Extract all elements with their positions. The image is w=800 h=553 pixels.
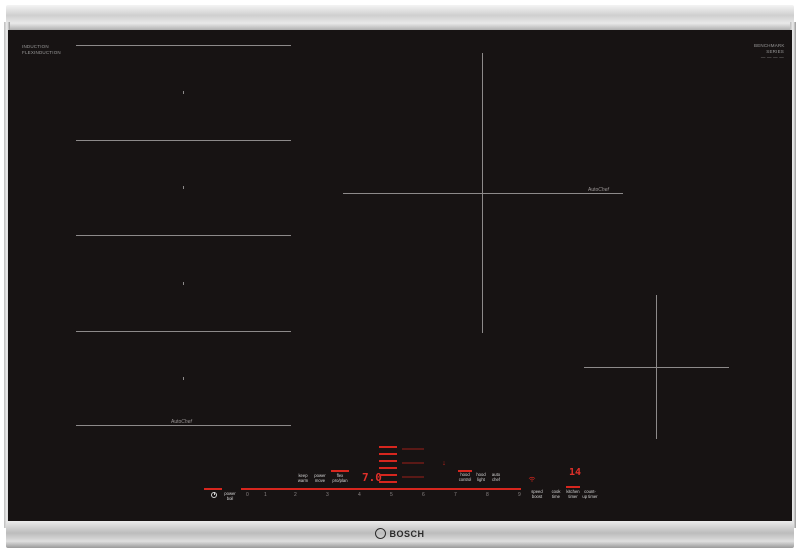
timer-display: 14 [569,467,582,478]
small-zone-horizontal [584,367,729,368]
dim-display [402,448,424,450]
flex-pro-button[interactable]: flex pro/plan [330,473,350,483]
brand-logo: BOSCH [0,528,800,540]
power-boil-label[interactable]: power boil [224,491,236,501]
level-bar [379,481,397,483]
cooktop: INDUCTION FLEXINDUCTION BENCHMARK SERIES… [0,0,800,553]
flex-zone-line [76,331,291,332]
level-bar [379,467,397,469]
flex-zone-line [76,45,291,46]
dim-display [402,476,424,478]
power-icon[interactable] [211,492,217,498]
induction-label: INDUCTION FLEXINDUCTION [22,44,61,55]
hood-control-button[interactable]: hood control [457,472,473,482]
wifi-icon [528,476,536,482]
slider-track[interactable] [241,488,521,490]
count-up-timer-button[interactable]: count-up timer [582,489,598,499]
zone-marker [183,91,184,94]
scale-2[interactable]: 2 [294,492,297,498]
scale-5[interactable]: 5 [390,492,393,498]
hood-light-button[interactable]: hood light [475,472,487,482]
keep-warm-button[interactable]: keep warm [296,473,310,483]
zone-marker [183,282,184,285]
glass-surface: INDUCTION FLEXINDUCTION BENCHMARK SERIES… [8,30,792,522]
scale-7[interactable]: 7 [454,492,457,498]
scale-1[interactable]: 1 [264,492,267,498]
arrow-down-icon: ↓ [442,460,446,467]
kitchen-timer-button[interactable]: kitchen timer [566,489,580,499]
level-bar [379,460,397,462]
zone-marker [183,186,184,189]
large-zone-horizontal [343,193,623,194]
autochef-left-label: AutoChef [171,419,192,425]
flex-indicator [331,470,349,472]
speed-boost-button[interactable]: speed boost [530,489,544,499]
series-label: BENCHMARK SERIES — — — — [754,43,785,60]
scale-9[interactable]: 9 [518,492,521,498]
auto-chef-button[interactable]: auto chef [490,472,502,482]
power-move-button[interactable]: power move [313,473,327,483]
zone-marker [183,377,184,380]
scale-8[interactable]: 8 [486,492,489,498]
level-bar [379,453,397,455]
scale-0[interactable]: 0 [246,492,249,498]
autochef-right-label: AutoChef [588,187,609,193]
flex-zone-line [76,425,291,426]
panel-red-indicator [204,488,222,490]
cook-time-button[interactable]: cook time [549,489,563,499]
scale-3[interactable]: 3 [326,492,329,498]
scale-4[interactable]: 4 [358,492,361,498]
flex-zone-line [76,140,291,141]
timer-indicator [566,486,580,488]
stainless-trim-top [6,5,794,31]
scale-6[interactable]: 6 [422,492,425,498]
dim-display [402,462,424,464]
flex-zone-line [76,235,291,236]
level-bar [379,474,397,476]
level-bar [379,446,397,448]
bosch-logo-icon [375,528,387,540]
